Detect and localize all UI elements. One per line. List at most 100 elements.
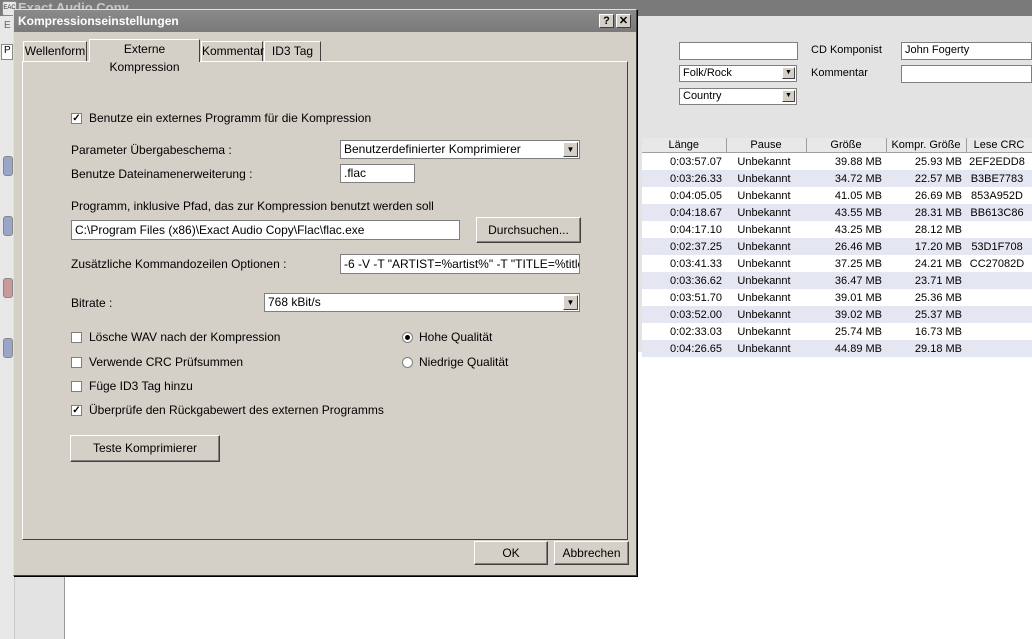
- cd-copy-icon[interactable]: [3, 216, 13, 236]
- table-row[interactable]: 0:03:57.07 Unbekannt 39.88 MB 25.93 MB 2EF2E…: [642, 152, 1032, 170]
- track-pause: Unbekannt: [726, 340, 806, 357]
- id3-checkbox[interactable]: [71, 381, 82, 392]
- table-row[interactable]: 0:02:37.25 Unbekannt 26.46 MB 17.20 MB 53D1F…: [642, 238, 1032, 255]
- compression-settings-dialog: Kompressionseinstellungen ? ✕ Wellenform…: [13, 9, 637, 576]
- sidebar-letter-e: E: [4, 20, 11, 31]
- check-return-checkbox[interactable]: ✓: [71, 405, 82, 416]
- help-button[interactable]: ?: [599, 14, 614, 28]
- track-compressed-size: 17.20 MB: [886, 238, 966, 255]
- track-read-crc: CC27082D: [966, 255, 1032, 272]
- dialog-title: Kompressionseinstellungen: [14, 10, 636, 32]
- table-row[interactable]: 0:03:36.62 Unbekannt 36.47 MB 23.71 MB: [642, 272, 1032, 289]
- track-size: 36.47 MB: [806, 272, 886, 289]
- sidebar-letter-p[interactable]: P: [1, 44, 13, 60]
- browse-button[interactable]: Durchsuchen...: [476, 217, 581, 243]
- cmdline-field[interactable]: -6 -V -T "ARTIST=%artist%" -T "TITLE=%ti…: [340, 254, 580, 274]
- table-row[interactable]: 0:04:18.67 Unbekannt 43.55 MB 28.31 MB BB613…: [642, 204, 1032, 221]
- track-size: 25.74 MB: [806, 323, 886, 340]
- column-header-read-crc[interactable]: Lese CRC: [966, 138, 1032, 153]
- track-pause: Unbekannt: [726, 289, 806, 306]
- track-size: 34.72 MB: [806, 170, 886, 187]
- column-header-pause[interactable]: Pause: [726, 138, 807, 153]
- bitrate-select[interactable]: 768 kBit/s ▼: [264, 293, 580, 312]
- chevron-down-icon[interactable]: ▼: [563, 295, 578, 310]
- track-length: 0:02:33.03: [642, 323, 726, 340]
- track-length: 0:03:52.00: [642, 306, 726, 323]
- tab-externe-kompression[interactable]: Externe Kompression: [89, 39, 200, 74]
- track-length: 0:03:36.62: [642, 272, 726, 289]
- track-size: 44.89 MB: [806, 340, 886, 357]
- track-length: 0:04:05.05: [642, 187, 726, 204]
- cd-composer-field[interactable]: John Fogerty: [901, 42, 1032, 60]
- track-length: 0:04:26.65: [642, 340, 726, 357]
- extension-field[interactable]: .flac: [340, 164, 415, 183]
- table-row[interactable]: 0:03:26.33 Unbekannt 34.72 MB 22.57 MB B3BE7…: [642, 170, 1032, 187]
- track-read-crc: [966, 323, 1032, 340]
- track-size: 37.25 MB: [806, 255, 886, 272]
- table-row[interactable]: 0:04:26.65 Unbekannt 44.89 MB 29.18 MB: [642, 340, 1032, 357]
- comment-label: Kommentar: [811, 67, 868, 79]
- track-size: 43.55 MB: [806, 204, 886, 221]
- cd-icon[interactable]: [3, 156, 13, 176]
- check-return-label: Überprüfe den Rückgabewert des externen …: [89, 403, 384, 417]
- extension-label: Benutze Dateinamenerweiterung :: [71, 167, 253, 181]
- chevron-down-icon[interactable]: ▼: [563, 142, 578, 157]
- column-header-compressed-size[interactable]: Kompr. Größe: [886, 138, 967, 153]
- track-pause: Unbekannt: [726, 187, 806, 204]
- genre-combo[interactable]: Folk/Rock ▼: [679, 65, 797, 82]
- close-icon[interactable]: ✕: [616, 14, 631, 28]
- table-row[interactable]: 0:04:05.05 Unbekannt 41.05 MB 26.69 MB 853A9…: [642, 187, 1032, 204]
- track-read-crc: [966, 306, 1032, 323]
- track-size: 41.05 MB: [806, 187, 886, 204]
- low-quality-label: Niedrige Qualität: [419, 355, 509, 369]
- ok-button[interactable]: OK: [474, 541, 548, 565]
- column-header-size[interactable]: Größe: [806, 138, 887, 153]
- program-label: Programm, inklusive Pfad, das zur Kompre…: [71, 199, 434, 213]
- param-scheme-value: Benutzerdefinierter Komprimierer: [344, 142, 521, 156]
- track-length: 0:04:17.10: [642, 221, 726, 238]
- track-table: Länge Pause Größe Kompr. Größe Lese CRC …: [642, 138, 1032, 357]
- program-path-field[interactable]: C:\Program Files (x86)\Exact Audio Copy\…: [71, 220, 460, 240]
- track-compressed-size: 28.31 MB: [886, 204, 966, 221]
- track-length: 0:03:57.07: [642, 152, 726, 170]
- track-compressed-size: 29.18 MB: [886, 340, 966, 357]
- track-compressed-size: 26.69 MB: [886, 187, 966, 204]
- cd-info-icon[interactable]: [3, 338, 13, 358]
- track-compressed-size: 16.73 MB: [886, 323, 966, 340]
- check-icon: ✓: [72, 113, 81, 124]
- track-read-crc: [966, 340, 1032, 357]
- param-scheme-select[interactable]: Benutzerdefinierter Komprimierer ▼: [340, 140, 580, 159]
- comment-field[interactable]: [901, 65, 1032, 83]
- use-external-checkbox[interactable]: ✓: [71, 113, 82, 124]
- track-size: 39.88 MB: [806, 152, 886, 170]
- table-row[interactable]: 0:04:17.10 Unbekannt 43.25 MB 28.12 MB: [642, 221, 1032, 238]
- chevron-down-icon[interactable]: ▼: [782, 67, 795, 79]
- track-read-crc: [966, 289, 1032, 306]
- track-pause: Unbekannt: [726, 272, 806, 289]
- table-row[interactable]: 0:02:33.03 Unbekannt 25.74 MB 16.73 MB: [642, 323, 1032, 340]
- track-length: 0:03:41.33: [642, 255, 726, 272]
- tab-kommentar[interactable]: Kommentar: [201, 41, 264, 61]
- table-header-row: Länge Pause Größe Kompr. Größe Lese CRC: [642, 138, 1032, 153]
- track-read-crc: [966, 221, 1032, 238]
- genre2-combo[interactable]: Country ▼: [679, 88, 797, 105]
- test-compressor-button[interactable]: Teste Komprimierer: [70, 435, 220, 462]
- delete-wav-checkbox[interactable]: [71, 332, 82, 343]
- crc-checkbox[interactable]: [71, 357, 82, 368]
- id3-label: Füge ID3 Tag hinzu: [89, 379, 193, 393]
- table-row[interactable]: 0:03:52.00 Unbekannt 39.02 MB 25.37 MB: [642, 306, 1032, 323]
- track-pause: Unbekannt: [726, 255, 806, 272]
- table-row[interactable]: 0:03:51.70 Unbekannt 39.01 MB 25.36 MB: [642, 289, 1032, 306]
- tab-wellenform[interactable]: Wellenform: [23, 41, 87, 61]
- cancel-button[interactable]: Abbrechen: [554, 541, 629, 565]
- column-header-length[interactable]: Länge: [642, 138, 727, 153]
- table-row[interactable]: 0:03:41.33 Unbekannt 37.25 MB 24.21 MB CC270…: [642, 255, 1032, 272]
- tab-id3-tag[interactable]: ID3 Tag: [264, 41, 321, 61]
- track-read-crc: 2EF2EDD8: [966, 152, 1032, 170]
- cd-record-icon[interactable]: [3, 278, 13, 298]
- high-quality-radio[interactable]: [402, 332, 413, 343]
- track-read-crc: 53D1F708: [966, 238, 1032, 255]
- low-quality-radio[interactable]: [402, 357, 413, 368]
- chevron-down-icon[interactable]: ▼: [782, 90, 795, 102]
- album-top-field[interactable]: [679, 42, 798, 60]
